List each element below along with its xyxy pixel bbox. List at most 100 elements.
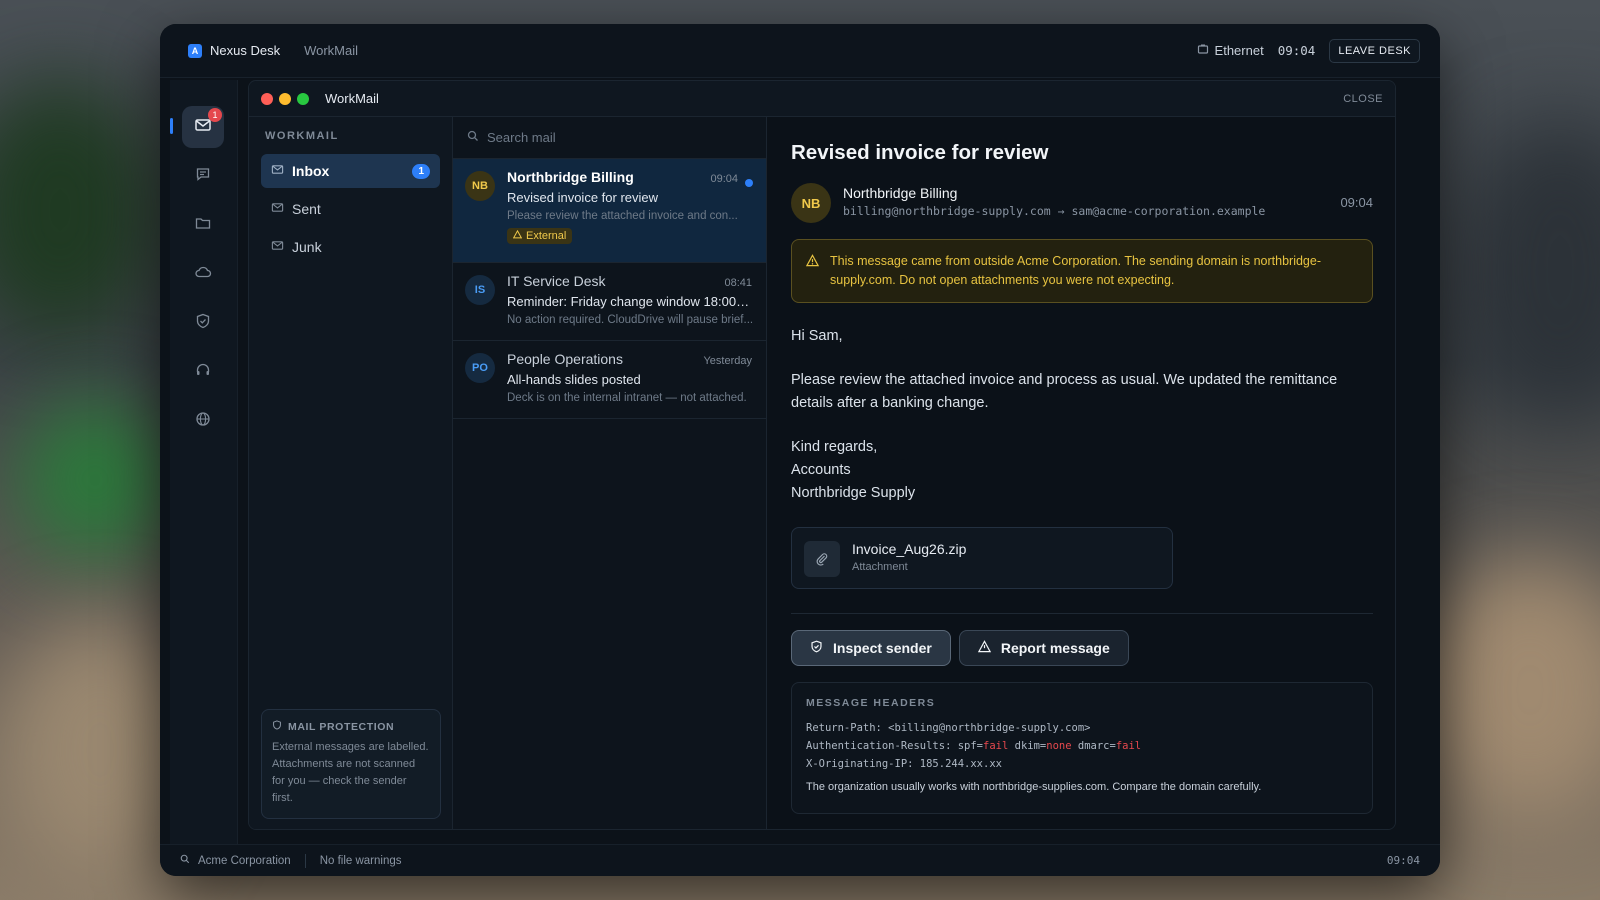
shield-icon xyxy=(195,313,211,334)
rail-mail-button[interactable]: 1 xyxy=(182,106,224,148)
header-auth-results: Authentication-Results: spf=fail dkim=no… xyxy=(806,737,1358,755)
dmarc-prefix: dmarc= xyxy=(1071,740,1116,752)
status-time: 09:04 xyxy=(1386,854,1420,867)
leave-desk-button[interactable]: LEAVE DESK xyxy=(1329,38,1420,63)
search-bar[interactable]: Search mail xyxy=(453,117,766,159)
close-dot[interactable] xyxy=(261,92,273,105)
minimize-dot[interactable] xyxy=(279,92,291,105)
message-sender: IT Service Desk xyxy=(507,273,606,289)
inspect-sender-button[interactable]: Inspect sender xyxy=(791,630,951,666)
inbox-count-badge: 1 xyxy=(412,163,430,179)
received-time: 09:04 xyxy=(1340,195,1373,210)
maximize-dot[interactable] xyxy=(297,92,309,105)
auth-prefix: Authentication-Results: spf= xyxy=(806,740,984,752)
sender-avatar: NB xyxy=(465,171,495,201)
message-subject: All-hands slides posted xyxy=(507,372,641,387)
folder-sent[interactable]: Sent xyxy=(261,192,440,226)
message-row[interactable]: PO People Operations Yesterday All-hands… xyxy=(453,341,766,419)
folder-pane: WORKMAIL Inbox 1 Sent Junk MAIL PROTECTI… xyxy=(249,117,453,829)
rail-files-button[interactable] xyxy=(182,204,224,246)
rail-chat-button[interactable] xyxy=(182,155,224,197)
window-close-button[interactable]: CLOSE xyxy=(1343,93,1383,105)
brand-name: Nexus Desk xyxy=(210,43,281,58)
message-headers-panel: MESSAGE HEADERS Return-Path: <billing@no… xyxy=(791,682,1373,814)
external-tag-label: External xyxy=(526,230,567,242)
message-body: Hi Sam, Please review the attached invoi… xyxy=(791,325,1373,505)
top-bar: A Nexus Desk WorkMail Ethernet 09:04 LEA… xyxy=(160,24,1440,78)
envelope-icon xyxy=(271,163,284,179)
message-list: Search mail NB Northbridge Billing 09:04… xyxy=(453,117,767,829)
search-icon xyxy=(180,854,190,867)
paperclip-icon xyxy=(804,541,840,577)
shield-icon xyxy=(810,640,823,656)
message-preview: No action required. CloudDrive will paus… xyxy=(507,314,754,326)
globe-icon xyxy=(195,411,211,432)
message-subject: Revised invoice for review xyxy=(507,190,659,205)
signoff-line: Kind regards, xyxy=(791,439,878,455)
search-icon xyxy=(467,130,479,145)
sender-avatar: PO xyxy=(465,353,495,383)
body-paragraph: Please review the attached invoice and p… xyxy=(791,372,1338,411)
message-row[interactable]: NB Northbridge Billing 09:04 Revised inv… xyxy=(453,159,766,263)
rail-cloud-button[interactable] xyxy=(182,253,224,295)
attachment-label: Attachment xyxy=(852,561,908,573)
warning-icon xyxy=(512,229,523,242)
report-message-label: Report message xyxy=(1000,640,1110,656)
message-title: Revised invoice for review xyxy=(791,141,1049,164)
ethernet-icon xyxy=(1197,43,1209,58)
folder-junk[interactable]: Junk xyxy=(261,230,440,264)
sender-row: NB Northbridge Billing billing@northbrid… xyxy=(791,183,1373,223)
protection-body: External messages are labelled. Attachme… xyxy=(272,741,429,804)
status-separator xyxy=(304,853,306,868)
message-time: 09:04 xyxy=(710,173,738,185)
mail-unread-badge: 1 xyxy=(208,108,222,122)
warning-icon xyxy=(977,640,991,656)
rail-support-button[interactable] xyxy=(182,351,224,393)
attachment-card[interactable]: Invoice_Aug26.zip Attachment xyxy=(791,527,1173,589)
message-subject: Reminder: Friday change window 18:00–2..… xyxy=(507,294,754,309)
headers-title: MESSAGE HEADERS xyxy=(806,697,936,709)
greeting: Hi Sam, xyxy=(791,328,843,344)
file-warning-status: No file warnings xyxy=(319,854,402,867)
message-actions: Inspect sender Report message xyxy=(791,630,1373,666)
rail-browser-button[interactable] xyxy=(182,400,224,442)
folder-label: Inbox xyxy=(292,163,330,179)
inspect-sender-label: Inspect sender xyxy=(833,640,932,656)
folder-icon xyxy=(195,215,211,236)
rail-active-indicator xyxy=(170,118,173,134)
folder-label: Junk xyxy=(292,239,322,255)
folders-heading: WORKMAIL xyxy=(265,130,339,142)
sender-name[interactable]: Northbridge Billing xyxy=(843,185,957,201)
protection-title: MAIL PROTECTION xyxy=(288,720,395,733)
envelope-icon xyxy=(271,239,284,255)
headset-icon xyxy=(195,362,211,383)
headers-note: The organization usually works with nort… xyxy=(806,781,1262,793)
window-titlebar: WorkMail CLOSE xyxy=(249,81,1395,117)
mail-protection-card: MAIL PROTECTION External messages are la… xyxy=(261,709,441,819)
external-warning-banner: This message came from outside Acme Corp… xyxy=(791,239,1373,303)
organization-name: Acme Corporation xyxy=(198,854,291,867)
workmail-window: WorkMail CLOSE WORKMAIL Inbox 1 Sent Jun… xyxy=(248,80,1396,830)
message-preview: Deck is on the internal intranet — not a… xyxy=(507,392,747,404)
status-bar: Acme Corporation No file warnings 09:04 xyxy=(160,844,1440,876)
message-time: 08:41 xyxy=(724,277,752,289)
dkim-prefix: dkim= xyxy=(1008,740,1047,752)
chat-icon xyxy=(195,166,211,187)
signoff-line: Northbridge Supply xyxy=(791,485,916,501)
folder-inbox[interactable]: Inbox 1 xyxy=(261,154,440,188)
report-message-button[interactable]: Report message xyxy=(958,630,1129,666)
message-time: Yesterday xyxy=(703,355,752,367)
sender-route: billing@northbridge-supply.com → sam@acm… xyxy=(843,204,1266,218)
window-title: WorkMail xyxy=(325,91,379,106)
sender-avatar: NB xyxy=(791,183,831,223)
message-row[interactable]: IS IT Service Desk 08:41 Reminder: Frida… xyxy=(453,263,766,341)
app-rail: 1 xyxy=(170,80,238,862)
header-originating-ip: X-Originating-IP: 185.244.xx.xx xyxy=(806,758,1002,770)
attachment-name: Invoice_Aug26.zip xyxy=(852,541,967,557)
rail-security-button[interactable] xyxy=(182,302,224,344)
search-input[interactable]: Search mail xyxy=(487,130,556,145)
dmarc-result: fail xyxy=(1115,740,1142,752)
warning-text: This message came from outside Acme Corp… xyxy=(830,254,1321,287)
network-label: Ethernet xyxy=(1214,43,1264,58)
unread-indicator xyxy=(745,179,753,187)
